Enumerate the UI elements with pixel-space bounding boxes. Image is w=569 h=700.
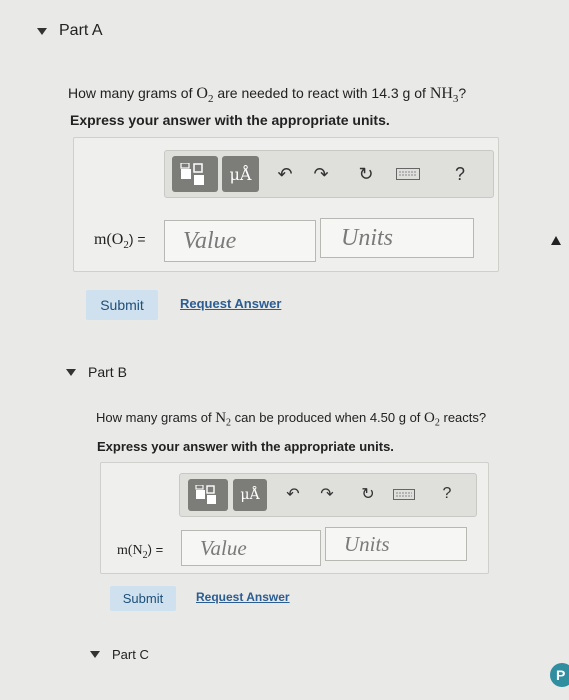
value-input[interactable]: Value [164, 220, 316, 262]
part-a-request-answer-link[interactable]: Request Answer [180, 296, 281, 311]
reset-icon[interactable]: ↻ [355, 163, 377, 185]
templates-button[interactable] [172, 156, 218, 192]
part-b-label: m(N2) = [117, 542, 164, 561]
collapse-triangle-icon[interactable] [66, 368, 76, 376]
part-a-title: Part A [59, 22, 103, 39]
units-input[interactable]: Units [325, 527, 467, 561]
mouse-cursor-icon [551, 236, 561, 245]
templates-icon [180, 163, 204, 185]
collapse-triangle-icon[interactable] [37, 27, 47, 35]
part-c-title: Part C [112, 647, 149, 662]
part-a-instruction: Express your answer with the appropriate… [70, 112, 390, 128]
help-button[interactable]: ? [438, 483, 456, 505]
redo-icon[interactable]: ↷ [318, 484, 336, 504]
part-b-title: Part B [88, 364, 127, 380]
part-a-label: m(O2) = [94, 231, 146, 252]
redo-icon[interactable]: ↷ [311, 163, 331, 185]
units-button[interactable]: μÅ [233, 479, 267, 511]
keyboard-icon[interactable] [395, 167, 421, 181]
part-b-toolbar: μÅ ↶ ↷ ↻ ? [179, 473, 477, 517]
help-chat-icon[interactable]: P [550, 663, 569, 687]
part-b-answer-box: μÅ ↶ ↷ ↻ ? m(N2) = Value Units [100, 462, 489, 574]
part-a-toolbar: μÅ ↶ ↷ ↻ ? [164, 150, 494, 198]
part-b-submit-button[interactable]: Submit [110, 586, 176, 611]
help-button[interactable]: ? [450, 162, 470, 186]
reset-icon[interactable]: ↻ [358, 484, 378, 504]
undo-icon[interactable]: ↶ [275, 163, 295, 185]
undo-icon[interactable]: ↶ [284, 484, 302, 504]
value-input[interactable]: Value [181, 530, 321, 566]
part-c-header[interactable]: Part C [90, 647, 149, 662]
part-b-request-answer-link[interactable]: Request Answer [196, 590, 290, 604]
part-b-instruction: Express your answer with the appropriate… [97, 439, 394, 454]
collapse-triangle-icon[interactable] [90, 651, 100, 658]
part-a-submit-button[interactable]: Submit [86, 290, 158, 320]
keyboard-icon[interactable] [392, 488, 416, 500]
part-a-question: How many grams of O2 are needed to react… [68, 85, 467, 105]
templates-button[interactable] [188, 479, 228, 511]
templates-icon [195, 485, 216, 504]
part-a-header[interactable]: Part A [37, 22, 103, 40]
part-a-answer-box: μÅ ↶ ↷ ↻ ? m(O2) = Value Units [73, 137, 499, 272]
part-b-question: How many grams of N2 can be produced whe… [96, 410, 487, 429]
units-button[interactable]: μÅ [222, 156, 259, 192]
part-b-header[interactable]: Part B [66, 364, 127, 380]
units-input[interactable]: Units [320, 218, 474, 258]
